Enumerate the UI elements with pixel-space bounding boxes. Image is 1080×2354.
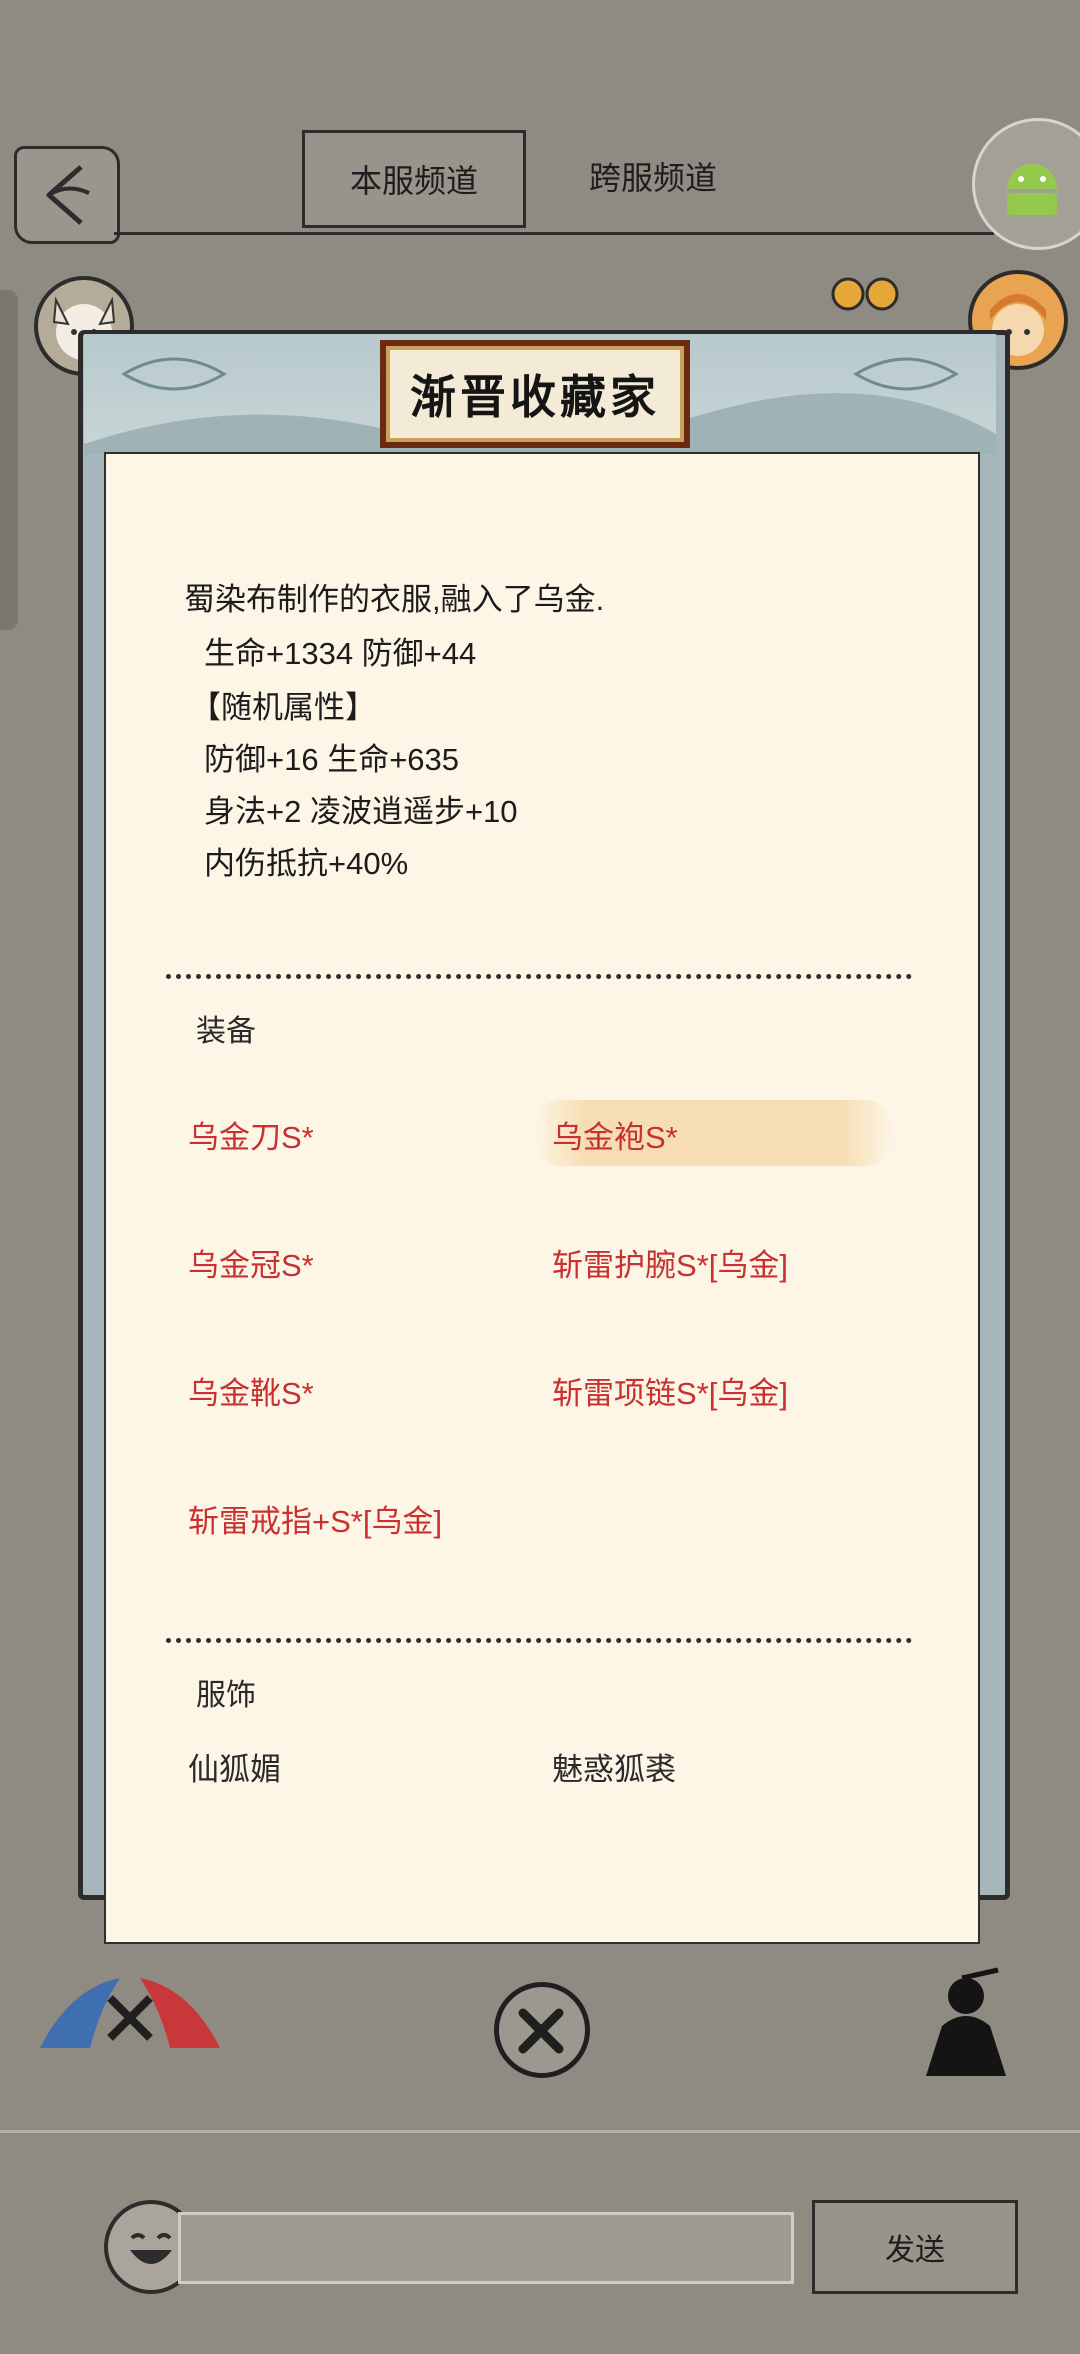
item-detail-panel <box>104 452 980 1944</box>
back-button[interactable] <box>14 146 120 244</box>
section-divider <box>166 974 912 979</box>
dialog-title: 渐晋收藏家 <box>380 340 690 448</box>
meditate-icon[interactable] <box>902 1966 1032 2096</box>
header-divider <box>114 232 994 235</box>
random-attr-line: 内伤抵抗+40% <box>204 846 409 881</box>
equipment-item[interactable]: 斩雷护腕S*[乌金] <box>552 1240 788 1285</box>
bottom-divider <box>0 2130 1080 2133</box>
section-divider <box>166 1638 912 1643</box>
chat-input[interactable] <box>178 2212 794 2284</box>
random-attr-line: 防御+16 生命+635 <box>204 742 460 777</box>
random-attr-line: 身法+2 凌波逍遥步+10 <box>204 794 518 829</box>
equipment-item[interactable]: 乌金靴S* <box>188 1368 314 1413</box>
back-arrow-icon <box>46 165 90 225</box>
send-button[interactable]: 发送 <box>812 2200 1018 2294</box>
equipment-item[interactable]: 乌金刀S* <box>188 1112 314 1157</box>
close-dialog-button[interactable] <box>494 1982 590 2078</box>
coin-icon <box>830 276 900 312</box>
costume-item[interactable]: 魅惑狐裘 <box>552 1744 676 1789</box>
base-stats: 生命+1334 防御+44 <box>204 636 477 671</box>
random-attr-heading: 【随机属性】 <box>190 690 376 725</box>
costume-item[interactable]: 仙狐媚 <box>188 1744 281 1789</box>
equipment-item-selected[interactable]: 乌金袍S* <box>552 1112 678 1157</box>
android-icon[interactable] <box>972 118 1080 250</box>
equipment-item[interactable]: 斩雷项链S*[乌金] <box>552 1368 788 1413</box>
equipment-section-label: 装备 <box>196 1015 256 1048</box>
tab-cross-server[interactable]: 跨服频道 <box>548 130 758 222</box>
equipment-item[interactable]: 乌金冠S* <box>188 1240 314 1285</box>
tab-local-server[interactable]: 本服频道 <box>302 130 526 228</box>
close-icon <box>518 2008 564 2054</box>
costume-section-label: 服饰 <box>196 1679 256 1712</box>
item-description: 蜀染布制作的衣服,融入了乌金. <box>184 582 605 617</box>
equipment-item[interactable]: 斩雷戒指+S*[乌金] <box>188 1496 442 1541</box>
battle-icon[interactable] <box>30 1958 230 2068</box>
side-scroll-tab[interactable] <box>0 290 18 630</box>
